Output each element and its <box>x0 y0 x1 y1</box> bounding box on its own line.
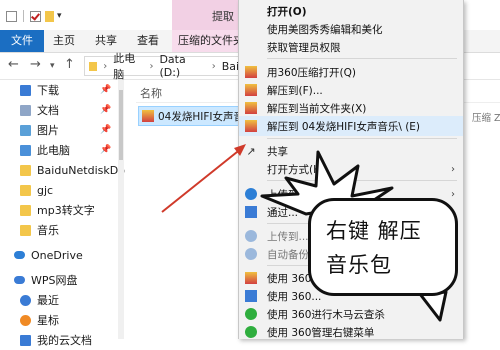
callout-text: 右键 解压 音乐包 <box>326 214 456 282</box>
callout-line-1: 右键 解压 <box>326 219 422 243</box>
callout-tail <box>418 290 448 322</box>
red-arrow-line <box>161 147 243 213</box>
callout-line-2: 音乐包 <box>326 253 392 277</box>
